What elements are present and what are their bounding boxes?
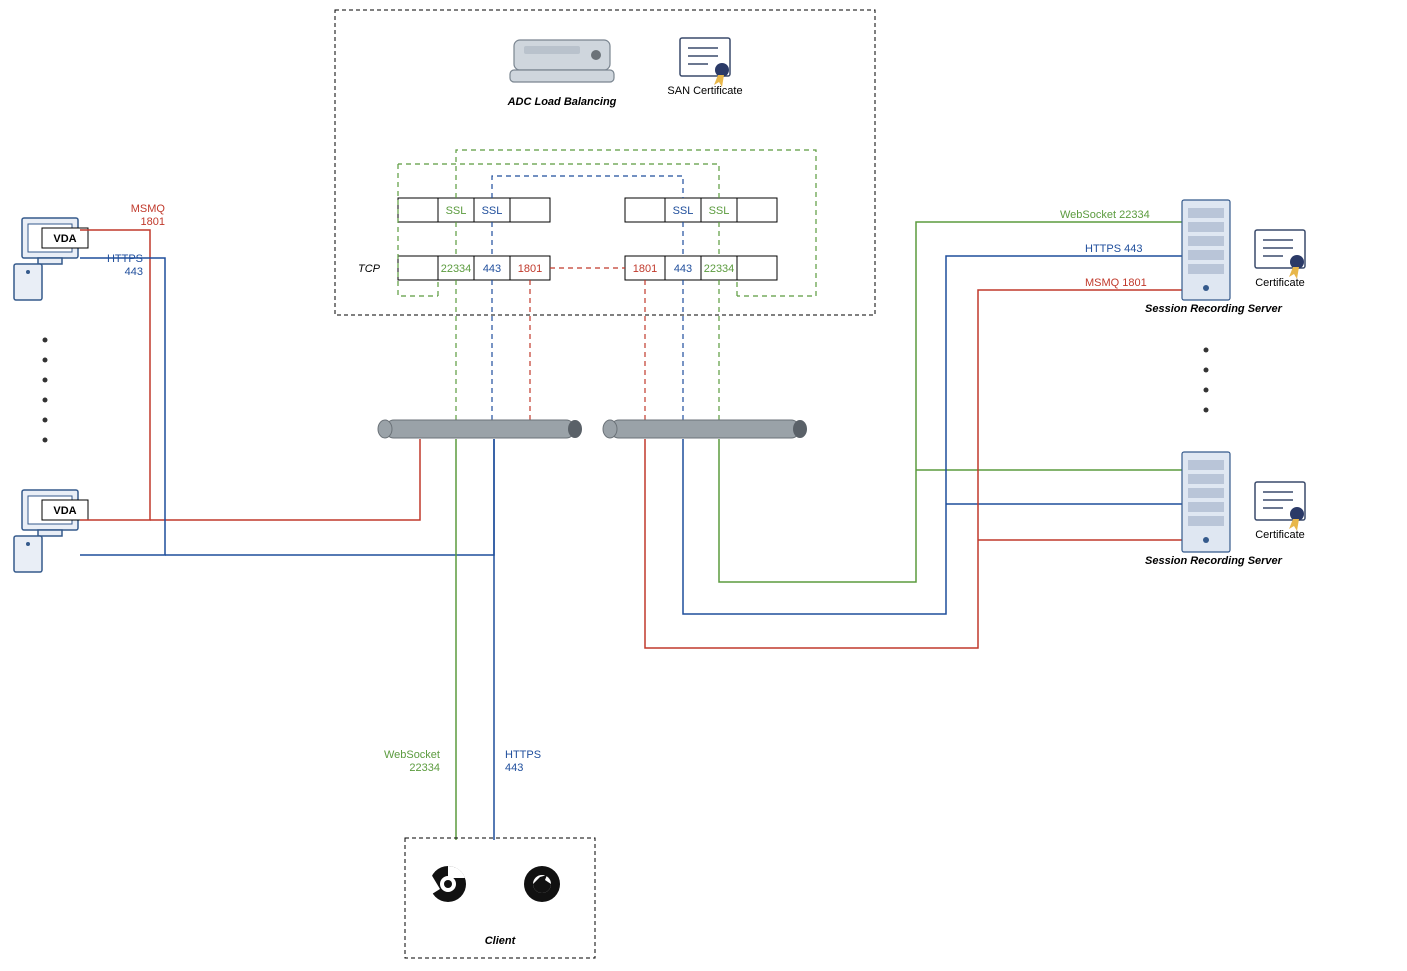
right-ws: WebSocket 22334 [1060,209,1150,221]
adc-title: ADC Load Balancing [507,96,617,108]
ssl-a1: SSL [446,205,467,217]
label-https: HTTPS [107,253,143,265]
srs1-label: Session Recording Server [1145,303,1283,315]
pipe-right [603,420,807,438]
ssl-b1: SSL [673,205,694,217]
cert2-label: Certificate [1255,529,1305,541]
port-b-443: 443 [674,263,692,275]
client-label: Client [485,935,517,947]
conn-vda-blue-vert [80,258,165,555]
label-msmq-port: 1801 [141,216,165,228]
ssl-a2: SSL [482,205,503,217]
conn-vda-red-to-pipe [150,439,420,520]
tcp-group-left: 22334 443 1801 [398,256,550,280]
chrome-icon [428,866,466,902]
tcp-label: TCP [358,263,381,275]
ssl-group-left: SSL SSL [398,198,550,222]
label-https-port: 443 [125,266,143,278]
router-icon [510,40,614,82]
port-a-1801: 1801 [518,263,542,275]
cert2-icon [1255,482,1305,531]
server-top [1182,200,1230,300]
right-https: HTTPS 443 [1085,243,1142,255]
server-bottom [1182,452,1230,552]
srs2-label: Session Recording Server [1145,555,1283,567]
conn-vda-blue-to-pipe [165,439,494,555]
vda-bottom-label: VDA [53,505,76,517]
client-https: HTTPS [505,749,541,761]
right-msmq: MSMQ 1801 [1085,277,1147,289]
client-ws: WebSocket [384,749,440,761]
port-a-443: 443 [483,263,501,275]
conn-ws-srv1 [719,222,1182,582]
ellipsis-right [1204,348,1209,413]
client-ws-port: 22334 [409,762,440,774]
firefox-icon [524,866,560,902]
client-https-port: 443 [505,762,523,774]
san-cert-icon [680,38,730,87]
ellipsis-left [43,338,48,443]
san-cert-label: SAN Certificate [667,85,742,97]
port-a-22334: 22334 [441,263,472,275]
vda-top-label: VDA [53,233,76,245]
ssl-b2: SSL [709,205,730,217]
pipe-left [378,420,582,438]
ssl-group-right: SSL SSL [625,198,777,222]
conn-msmq-srv1 [645,290,1182,648]
port-b-22334: 22334 [704,263,735,275]
tcp-group-right: 1801 443 22334 [625,256,777,280]
cert1-icon [1255,230,1305,279]
cert1-label: Certificate [1255,277,1305,289]
port-b-1801: 1801 [633,263,657,275]
label-msmq: MSMQ [131,203,166,215]
